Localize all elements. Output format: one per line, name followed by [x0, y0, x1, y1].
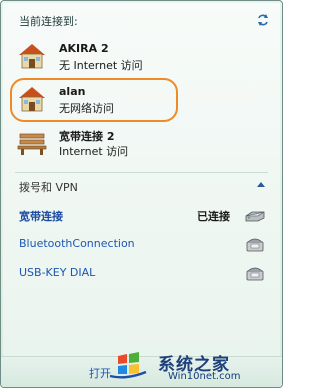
- network-status: 无 Internet 访问: [59, 59, 143, 72]
- home-network-icon: [19, 44, 45, 69]
- dialup-item-label: USB-KEY DIAL: [19, 266, 96, 279]
- network-status: Internet 访问: [59, 145, 129, 158]
- dialup-section-title[interactable]: 拨号和 VPN: [19, 179, 78, 195]
- network-item-akira[interactable]: AKIRA 2 无 Internet 访问: [17, 39, 257, 73]
- connected-to-header: 当前连接到:: [19, 15, 78, 28]
- dialup-item-label: BluetoothConnection: [19, 237, 135, 250]
- dialup-item-bluetooth[interactable]: BluetoothConnection: [19, 235, 268, 257]
- network-name: 宽带连接 2: [59, 130, 115, 143]
- section-divider: [15, 172, 268, 173]
- watermark: 系统之家 Win10net.com: [108, 347, 276, 385]
- refresh-icon[interactable]: [256, 13, 270, 27]
- network-flyout: 当前连接到: AKIRA 2 无 Internet 访问 alan 无网络访问: [0, 0, 283, 388]
- windows-logo-icon: [109, 352, 147, 379]
- dialup-item-label: 宽带连接: [19, 210, 63, 223]
- chevron-up-icon[interactable]: [257, 181, 265, 187]
- highlight-annotation: [10, 78, 178, 122]
- modem-icon: [245, 211, 265, 222]
- phone-icon: [246, 267, 264, 281]
- dialup-item-status: 已连接: [197, 210, 230, 223]
- bench-network-icon: [17, 133, 47, 155]
- phone-icon: [246, 238, 264, 252]
- network-item-broadband[interactable]: 宽带连接 2 Internet 访问: [17, 125, 257, 159]
- watermark-url: Win10net.com: [168, 371, 241, 382]
- network-name: AKIRA 2: [59, 42, 109, 55]
- dialup-item-broadband[interactable]: 宽带连接 已连接: [19, 206, 268, 228]
- dialup-item-usbkey[interactable]: USB-KEY DIAL: [19, 264, 268, 286]
